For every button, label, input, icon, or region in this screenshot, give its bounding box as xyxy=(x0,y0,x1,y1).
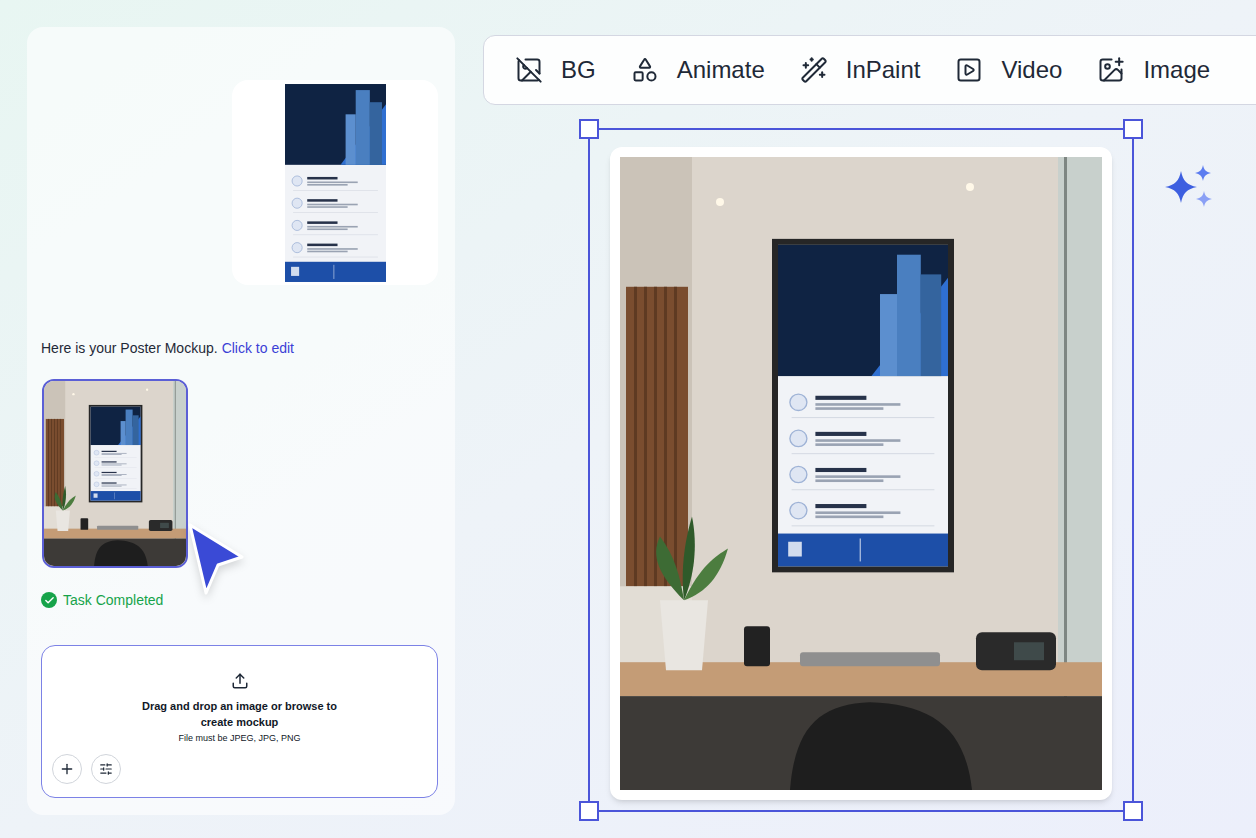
status-text: Task Completed xyxy=(63,590,163,610)
tool-icon xyxy=(631,56,659,84)
workspace: BG Animate InPaint Video Image xyxy=(483,0,1256,812)
tool-label: Animate xyxy=(677,55,765,85)
tool-label: InPaint xyxy=(846,55,921,85)
task-status: Task Completed xyxy=(41,590,441,610)
check-circle-icon xyxy=(41,592,57,608)
mockup-thumbnail-wrap xyxy=(42,379,188,568)
upload-dropzone[interactable]: Drag and drop an image or browse to crea… xyxy=(41,645,438,798)
edit-link[interactable]: Click to edit xyxy=(222,340,294,356)
resize-handle[interactable] xyxy=(1123,119,1143,139)
tool-icon xyxy=(1097,56,1125,84)
toolbar: BG Animate InPaint Video Image xyxy=(483,35,1256,105)
toolbar-button[interactable]: Animate xyxy=(631,55,765,85)
mockup-card[interactable] xyxy=(610,147,1112,800)
resize-handle[interactable] xyxy=(1123,801,1143,821)
poster-art xyxy=(778,245,948,566)
toolbar-button[interactable]: InPaint xyxy=(800,55,921,85)
tool-icon xyxy=(955,56,983,84)
tool-label: Image xyxy=(1143,55,1210,85)
selection-box[interactable] xyxy=(588,128,1134,812)
settings-button[interactable] xyxy=(91,754,121,784)
mockup-thumbnail[interactable] xyxy=(42,379,188,568)
message-text: Here is your Poster Mockup. xyxy=(41,340,218,356)
upload-icon xyxy=(231,672,249,690)
add-button[interactable] xyxy=(52,754,82,784)
mockup-image xyxy=(620,157,1102,790)
chat-panel: Here is your Poster Mockup.Click to edit… xyxy=(27,27,455,815)
tool-icon xyxy=(515,56,543,84)
tool-label: BG xyxy=(561,55,596,85)
tool-label: Video xyxy=(1001,55,1062,85)
source-poster-card[interactable] xyxy=(232,80,438,285)
cursor xyxy=(184,519,246,599)
chat-message: Here is your Poster Mockup.Click to edit xyxy=(41,338,441,358)
source-poster-image xyxy=(285,84,386,282)
toolbar-button[interactable]: Image xyxy=(1097,55,1210,85)
toolbar-button[interactable]: BG xyxy=(515,55,596,85)
cursor-arrow-icon xyxy=(184,519,246,599)
tool-icon xyxy=(800,56,828,84)
toolbar-button[interactable]: Video xyxy=(955,55,1062,85)
plus-icon xyxy=(59,761,75,777)
poster-art xyxy=(285,84,386,282)
sparkle-icon xyxy=(1163,165,1215,209)
sliders-icon xyxy=(99,762,113,776)
mockup-thumbnail-image xyxy=(44,381,186,566)
app: Here is your Poster Mockup.Click to edit… xyxy=(0,0,1256,838)
canvas-row xyxy=(588,128,1256,812)
upload-hint: File must be JPEG, JPG, PNG xyxy=(178,732,300,744)
resize-handle[interactable] xyxy=(579,801,599,821)
resize-handle[interactable] xyxy=(579,119,599,139)
poster-art xyxy=(91,407,141,501)
upload-title: Drag and drop an image or browse to crea… xyxy=(140,698,340,730)
